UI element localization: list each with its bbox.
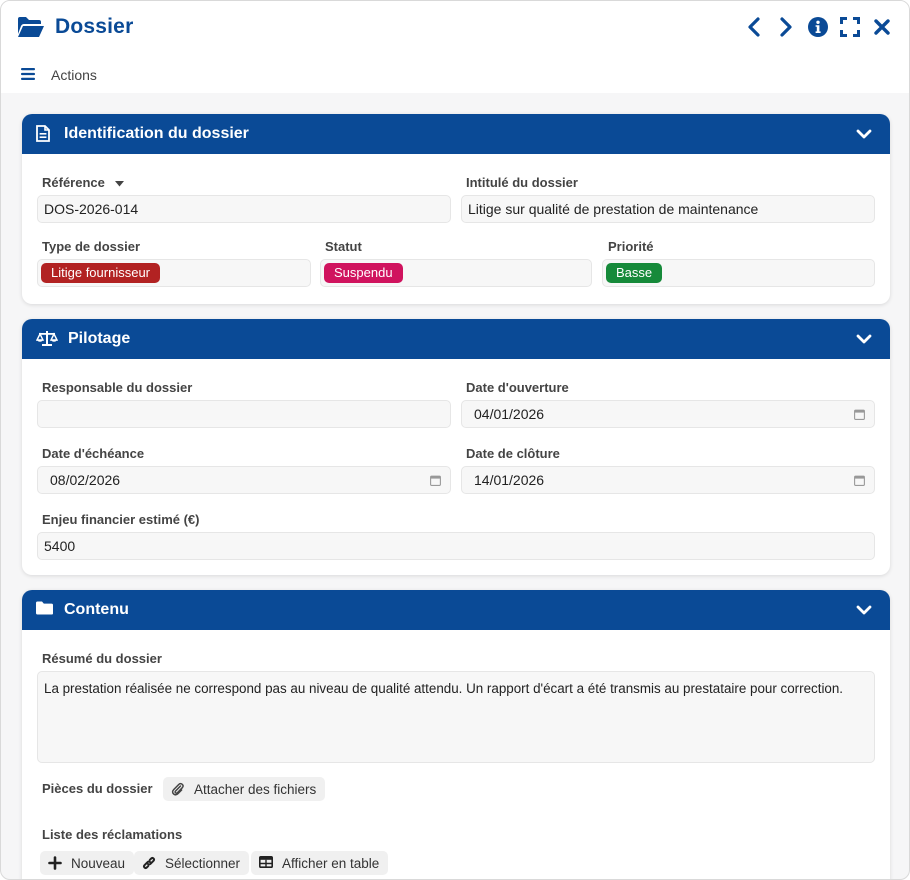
intitule-label: Intitulé du dossier [466, 175, 578, 190]
statut-tag: Suspendu [324, 263, 403, 283]
caret-down-icon [114, 180, 124, 187]
type-label: Type de dossier [42, 239, 141, 254]
enjeu-field[interactable]: 5400 [37, 532, 875, 560]
window-header: Dossier Actions [1, 1, 909, 93]
statut-label: Statut [325, 239, 362, 254]
calendar-icon[interactable] [854, 475, 865, 486]
expand-icon[interactable] [839, 14, 861, 40]
section-identification-title: Identification du dossier [64, 125, 249, 142]
info-icon[interactable] [807, 14, 829, 40]
actions-label[interactable]: Actions [51, 67, 97, 83]
chevron-down-icon[interactable] [856, 331, 872, 347]
table-icon [259, 856, 273, 870]
hamburger-icon[interactable] [21, 68, 37, 82]
responsable-field[interactable] [37, 400, 451, 428]
calendar-icon[interactable] [430, 475, 441, 486]
plus-icon [48, 856, 62, 870]
priorite-field[interactable]: Basse [602, 259, 875, 287]
actions-menu[interactable]: Actions [21, 65, 97, 85]
select-reclamation-button[interactable]: Sélectionner [134, 851, 250, 875]
table-view-button[interactable]: Afficher en table [251, 851, 389, 875]
dossier-window: Dossier Actions Identification du dossie… [0, 0, 910, 880]
ouverture-date-field[interactable]: 04/01/2026 [461, 400, 875, 428]
link-icon [142, 856, 156, 870]
echeance-date-field[interactable]: 08/02/2026 [37, 466, 451, 494]
reference-label: Référence [42, 175, 124, 190]
ouverture-label: Date d'ouverture [466, 380, 569, 395]
document-icon [36, 125, 54, 143]
cloture-date-field[interactable]: 14/01/2026 [461, 466, 875, 494]
statut-field[interactable]: Suspendu [320, 259, 592, 287]
section-identification-header[interactable]: Identification du dossier [22, 114, 890, 154]
type-field[interactable]: Litige fournisseur [37, 259, 311, 287]
section-identification: Identification du dossier Référence DOS-… [22, 114, 890, 304]
type-tag: Litige fournisseur [41, 263, 160, 283]
section-contenu-header[interactable]: Contenu [22, 590, 890, 630]
priorite-tag: Basse [606, 263, 663, 283]
cloture-label: Date de clôture [466, 446, 560, 461]
new-reclamation-button[interactable]: Nouveau [40, 851, 135, 875]
pieces-label: Pièces du dossier [42, 781, 153, 796]
reclamations-label: Liste des réclamations [42, 827, 183, 842]
section-contenu-title: Contenu [64, 601, 129, 618]
section-pilotage: Pilotage Responsable du dossier Date d'o… [22, 319, 890, 575]
window-title-row: Dossier [17, 11, 133, 43]
folder-open-icon [17, 16, 45, 38]
calendar-icon[interactable] [854, 409, 865, 420]
window-title: Dossier [55, 15, 134, 38]
chevron-down-icon[interactable] [856, 602, 872, 618]
balance-scale-icon [36, 330, 58, 348]
resume-textarea[interactable]: La prestation réalisée ne correspond pas… [37, 671, 875, 763]
priorite-label: Priorité [608, 239, 654, 254]
resume-label: Résumé du dossier [42, 651, 162, 666]
reference-field[interactable]: DOS-2026-014 [37, 195, 451, 223]
window-toolbar [743, 13, 893, 41]
section-pilotage-header[interactable]: Pilotage [22, 319, 890, 359]
echeance-label: Date d'échéance [42, 446, 145, 461]
folder-icon [36, 601, 54, 619]
attach-files-button[interactable]: Attacher des fichiers [163, 777, 326, 801]
section-contenu: Contenu Résumé du dossier La prestation … [22, 590, 890, 879]
chevron-down-icon[interactable] [856, 126, 872, 142]
close-icon[interactable] [871, 14, 893, 40]
enjeu-label: Enjeu financier estimé (€) [42, 512, 200, 527]
intitule-field[interactable]: Litige sur qualité de prestation de main… [461, 195, 875, 223]
responsable-label: Responsable du dossier [42, 380, 193, 395]
paperclip-icon [171, 782, 185, 796]
chevron-right-icon[interactable] [775, 14, 797, 40]
chevron-left-icon[interactable] [743, 14, 765, 40]
section-pilotage-title: Pilotage [68, 330, 131, 347]
